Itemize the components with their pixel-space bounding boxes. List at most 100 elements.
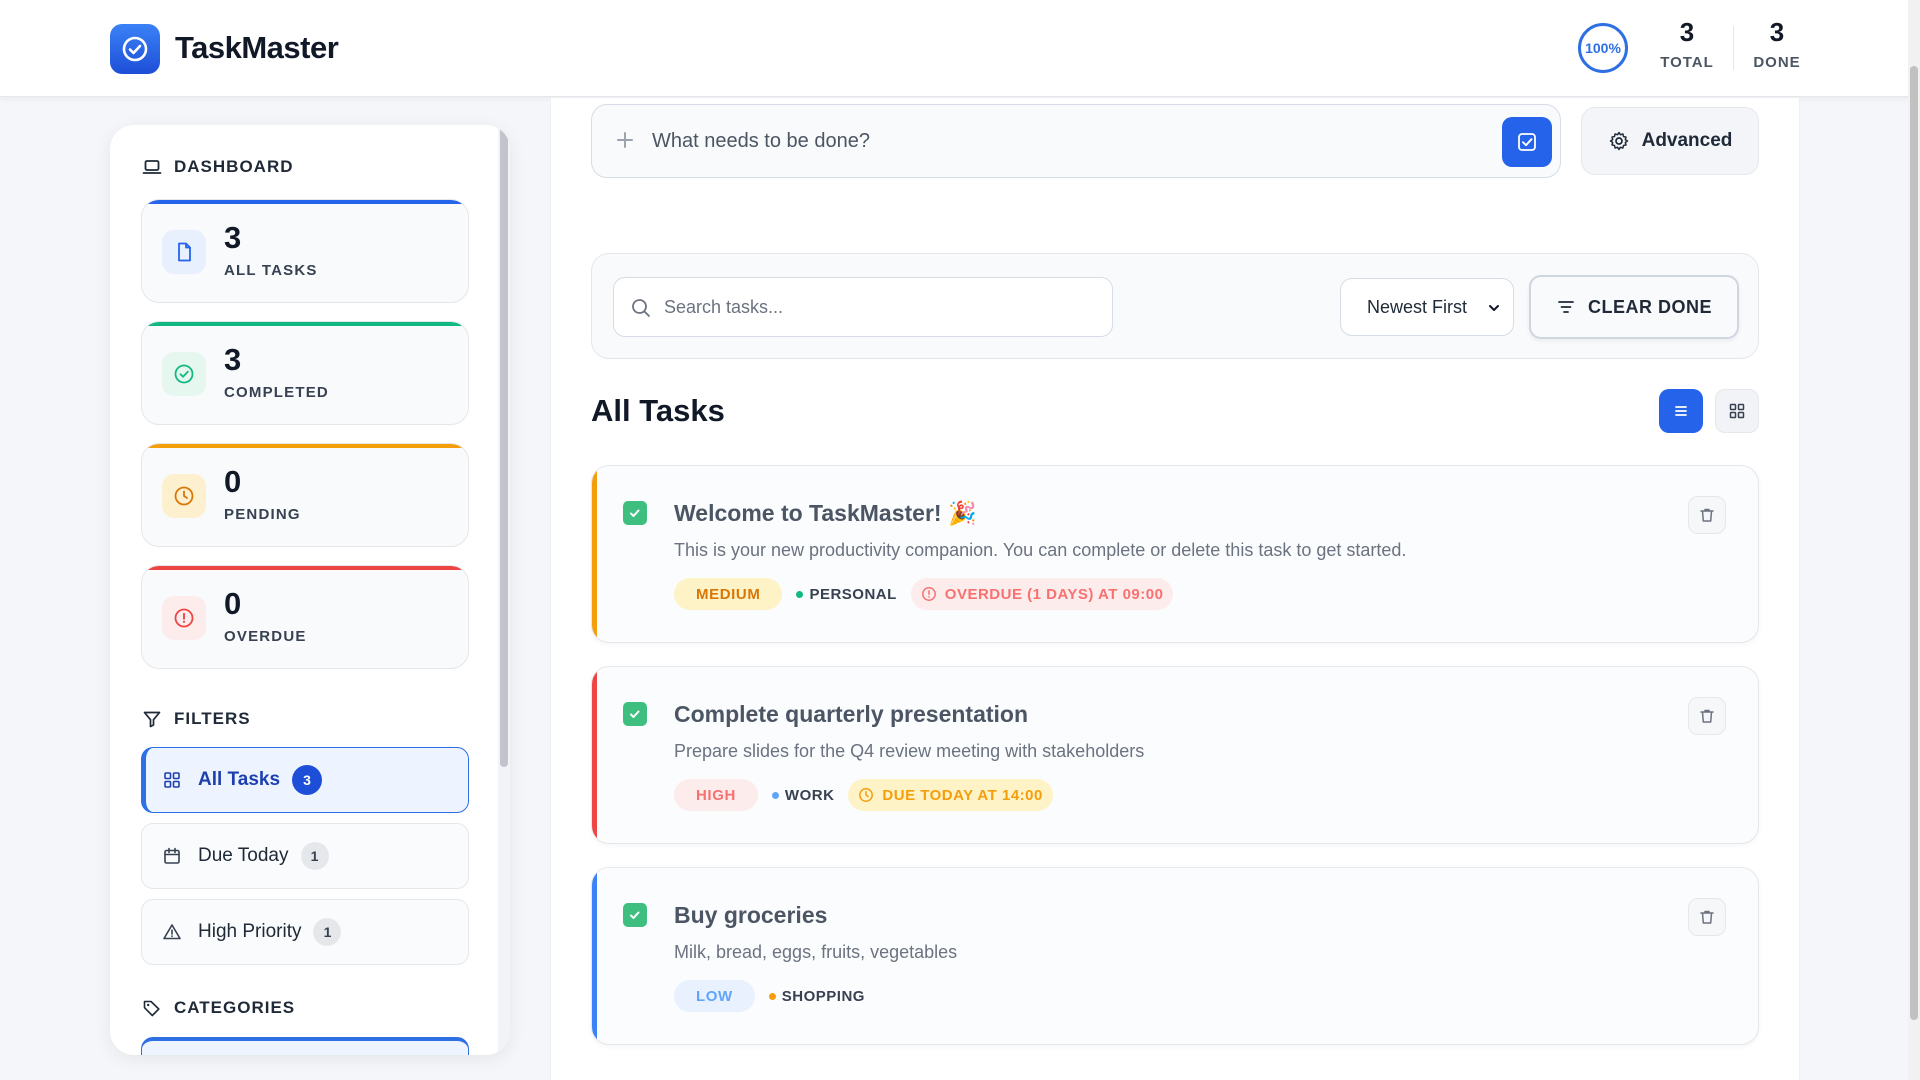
clear-done-label: CLEAR DONE <box>1587 296 1712 317</box>
card-accent <box>142 566 468 570</box>
list-view-button[interactable] <box>1659 389 1703 433</box>
delete-task-button[interactable] <box>1688 496 1726 534</box>
sort-selected-value: Newest First <box>1367 296 1468 317</box>
stat-card-pending[interactable]: 0 PENDING <box>141 443 469 547</box>
filters-heading: FILTERS <box>142 709 251 729</box>
categories-title: CATEGORIES <box>174 998 296 1017</box>
sidebar-scroll-thumb[interactable] <box>500 127 508 767</box>
category-dot <box>768 992 776 1000</box>
filter-high-priority[interactable]: High Priority 1 <box>141 899 469 965</box>
delete-task-button[interactable] <box>1688 898 1726 936</box>
category-dot <box>796 590 804 598</box>
warning-triangle-icon <box>162 922 182 942</box>
priority-accent <box>592 466 597 642</box>
filter-lines-icon <box>1556 297 1576 317</box>
grid-icon <box>162 770 182 790</box>
task-title: Welcome to TaskMaster! 🎉 <box>674 500 977 526</box>
search-input[interactable] <box>664 288 1094 326</box>
dashboard-heading: DASHBOARD <box>142 157 294 177</box>
calendar-icon <box>162 846 182 866</box>
alert-circle-icon <box>162 596 206 640</box>
app-header: TaskMaster 100% 3 TOTAL 3 DONE <box>0 0 1920 97</box>
task-tags: MEDIUM PERSONAL OVERDUE (1 DAYS) AT 09:0… <box>674 578 1174 610</box>
stat-total: 3 TOTAL <box>1642 16 1732 71</box>
due-badge: DUE TODAY AT 14:00 <box>848 779 1053 811</box>
task-description: Milk, bread, eggs, fruits, vegetables <box>674 942 958 962</box>
category-label: PERSONAL <box>809 585 897 603</box>
delete-task-button[interactable] <box>1688 697 1726 735</box>
task-card[interactable]: Buy groceries Milk, bread, eggs, fruits,… <box>591 867 1759 1045</box>
priority-badge: HIGH <box>674 779 758 811</box>
task-checkbox[interactable] <box>623 702 647 726</box>
filter-label: High Priority <box>198 921 302 942</box>
filter-all-tasks[interactable]: All Tasks 3 <box>141 747 469 813</box>
trash-icon <box>1698 908 1716 926</box>
filter-toolbar: Newest First CLEAR DONE <box>591 253 1759 359</box>
card-accent <box>142 322 468 326</box>
progress-ring: 100% <box>1578 23 1628 73</box>
stat-card-all[interactable]: 3 ALL TASKS <box>141 199 469 303</box>
stat-card-label: PENDING <box>224 506 301 523</box>
grid-icon <box>1728 402 1746 420</box>
task-card[interactable]: Complete quarterly presentation Prepare … <box>591 666 1759 844</box>
list-icon <box>1672 402 1690 420</box>
task-title: Buy groceries <box>674 902 828 928</box>
filter-count-badge: 3 <box>292 765 323 795</box>
clear-done-button[interactable]: CLEAR DONE <box>1529 275 1739 339</box>
category-tag: PERSONAL <box>796 586 896 603</box>
new-task-input[interactable] <box>652 117 1472 165</box>
stat-card-completed[interactable]: 3 COMPLETED <box>141 321 469 425</box>
stat-done-value: 3 <box>1769 17 1785 47</box>
add-task-button[interactable] <box>1502 117 1552 167</box>
category-dot <box>771 791 779 799</box>
filter-label: All Tasks <box>198 769 281 790</box>
category-label: WORK <box>784 786 835 804</box>
stat-card-value: 0 <box>224 586 242 621</box>
trash-icon <box>1698 707 1716 725</box>
stat-done-label: DONE <box>1753 54 1801 71</box>
stat-total-label: TOTAL <box>1660 54 1714 71</box>
stat-card-label: COMPLETED <box>224 384 329 401</box>
filter-due-today[interactable]: Due Today 1 <box>141 823 469 889</box>
stat-card-value: 3 <box>224 342 242 377</box>
advanced-label: Advanced <box>1641 130 1733 151</box>
logo-check-icon <box>110 24 160 74</box>
task-checkbox[interactable] <box>623 903 647 927</box>
chevron-down-icon <box>1487 301 1501 315</box>
funnel-icon <box>142 709 162 729</box>
dashboard-title: DASHBOARD <box>174 157 294 176</box>
stat-total-value: 3 <box>1679 17 1695 47</box>
advanced-button[interactable]: Advanced <box>1581 107 1759 175</box>
task-checkbox[interactable] <box>623 501 647 525</box>
tag-icon <box>142 998 162 1018</box>
check-circle-icon <box>162 352 206 396</box>
task-title: Complete quarterly presentation <box>674 701 1029 727</box>
sort-select[interactable]: Newest First <box>1340 278 1514 336</box>
list-title: All Tasks <box>591 393 725 428</box>
gear-icon <box>1608 130 1630 152</box>
stat-card-overdue[interactable]: 0 OVERDUE <box>141 565 469 669</box>
priority-badge: LOW <box>674 980 755 1012</box>
filters-title: FILTERS <box>174 709 251 728</box>
clock-icon <box>858 787 874 803</box>
priority-accent <box>592 667 597 843</box>
grid-view-button[interactable] <box>1715 389 1759 433</box>
filter-count-badge: 1 <box>313 918 342 946</box>
app-title: TaskMaster <box>175 30 339 65</box>
categories-heading: CATEGORIES <box>142 998 295 1018</box>
due-badge: OVERDUE (1 DAYS) AT 09:00 <box>910 578 1174 610</box>
stat-done: 3 DONE <box>1732 16 1822 71</box>
category-tag: WORK <box>771 786 835 804</box>
sidebar: DASHBOARD 3 ALL TASKS 3 COMPLETED 0 PEND… <box>110 125 510 1055</box>
plus-icon <box>612 127 638 153</box>
page-scroll-thumb[interactable] <box>1910 66 1918 1020</box>
filter-label: Due Today <box>198 845 289 866</box>
search-box <box>613 277 1113 337</box>
task-description: Prepare slides for the Q4 review meeting… <box>674 741 1145 761</box>
filter-count-badge: 1 <box>300 842 329 870</box>
check-square-icon <box>1516 131 1538 153</box>
category-item[interactable] <box>141 1037 469 1055</box>
task-card[interactable]: Welcome to TaskMaster! 🎉 This is your ne… <box>591 465 1759 643</box>
laptop-icon <box>142 157 162 177</box>
stat-card-value: 3 <box>224 220 242 255</box>
